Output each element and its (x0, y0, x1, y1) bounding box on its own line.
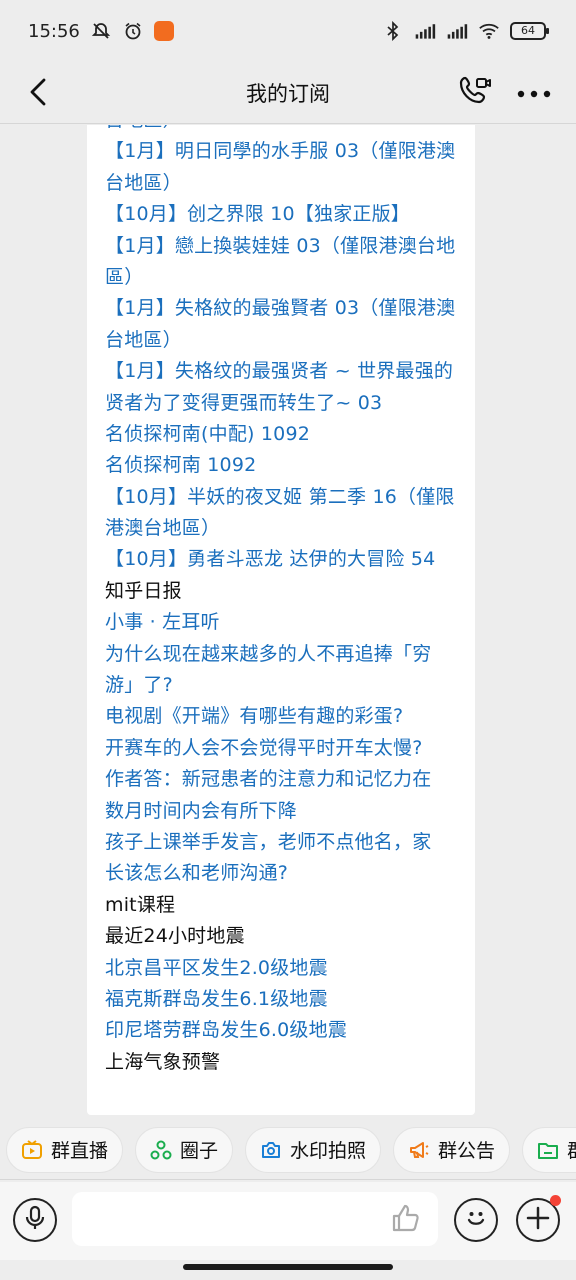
subscription-link[interactable]: 贤者为了变得更强而转生了~ 03 (105, 388, 465, 419)
thumbs-up-icon (390, 1202, 422, 1238)
subscription-link[interactable]: 【10月】勇者斗恶龙 达伊的大冒险 54 (105, 544, 465, 575)
megaphone-icon (408, 1139, 430, 1161)
subscription-link[interactable]: 台地區） (105, 125, 465, 136)
subscription-link[interactable]: 名侦探柯南(中配) 1092 (105, 419, 465, 450)
subscription-heading: 最近24小时地震 (105, 925, 245, 948)
subscription-link[interactable]: 【1月】失格紋的最強賢者 03（僅限港澳 (105, 293, 465, 324)
battery-indicator: 64 (510, 22, 549, 40)
chat-area[interactable]: 台地區）【1月】明日同學的水手服 03（僅限港澳台地區）【10月】创之界限 10… (0, 125, 576, 1117)
more-button[interactable] (512, 72, 556, 114)
alarm-icon (122, 20, 144, 42)
circle-group-icon (150, 1139, 172, 1161)
call-video-icon (458, 74, 492, 112)
camera-icon (260, 1139, 282, 1161)
subscription-heading: mit课程 (105, 893, 176, 916)
back-button[interactable] (18, 74, 58, 114)
quick-action-label: 群公告 (438, 1140, 496, 1162)
subscription-link[interactable]: 小事 · 左耳听 (105, 607, 465, 638)
subscription-link[interactable]: 为什么现在越来越多的人不再追捧「穷 (105, 639, 465, 670)
subscription-link[interactable]: 福克斯群岛发生6.1级地震 (105, 984, 465, 1015)
quick-action-label: 水印拍照 (290, 1140, 367, 1162)
status-time: 15:56 (28, 20, 80, 42)
message-input[interactable] (72, 1192, 438, 1246)
status-left: 15:56 (28, 20, 174, 42)
quick-action-megaphone[interactable]: 群公告 (393, 1126, 511, 1173)
subscription-link[interactable]: 北京昌平区发生2.0级地震 (105, 953, 465, 984)
signal-hd-icon (446, 20, 468, 42)
emoji-button[interactable] (454, 1198, 498, 1242)
voice-button[interactable] (13, 1198, 57, 1242)
notification-dot (550, 1195, 561, 1206)
call-button[interactable] (454, 72, 496, 114)
subscription-link[interactable]: 数月时间内会有所下降 (105, 796, 465, 827)
subscription-link[interactable]: 作者答：新冠患者的注意力和记忆力在 (105, 764, 465, 795)
more-functions-button[interactable] (516, 1195, 561, 1242)
status-right: 64 (382, 20, 549, 42)
subscription-list: 台地區）【1月】明日同學的水手服 03（僅限港澳台地區）【10月】创之界限 10… (105, 125, 465, 1078)
subscription-link[interactable]: 名侦探柯南 1092 (105, 450, 465, 481)
quick-action-label: 群 (567, 1136, 576, 1163)
subscription-link[interactable]: 孩子上课举手发言，老师不点他名，家 (105, 827, 465, 858)
subscription-link[interactable]: 【1月】失格纹的最强贤者 ~ 世界最强的 (105, 356, 465, 387)
subscription-heading: 上海气象预警 (105, 1050, 221, 1073)
status-bar: 15:56 64 (0, 0, 576, 62)
bluetooth-icon (382, 20, 404, 42)
subscription-link[interactable]: 长该怎么和老师沟通? (105, 858, 465, 889)
quick-action-label: 群直播 (51, 1140, 109, 1162)
home-indicator[interactable] (183, 1264, 393, 1270)
subscription-link[interactable]: 區） (105, 262, 465, 293)
quick-action-label: 圈子 (180, 1140, 219, 1162)
title-bar: 我的订阅 (0, 62, 576, 124)
subscription-link[interactable]: 印尼塔劳群岛发生6.0级地震 (105, 1015, 465, 1046)
subscription-link[interactable]: 开赛车的人会不会觉得平时开车太慢? (105, 733, 465, 764)
app-badge-icon (153, 21, 174, 41)
subscription-link[interactable]: 港澳台地區） (105, 513, 465, 544)
subscription-link[interactable]: 台地區） (105, 168, 465, 199)
signal-hd-icon (414, 20, 436, 42)
subscription-link[interactable]: 台地區） (105, 325, 465, 356)
emoji-icon (462, 1204, 490, 1236)
subscription-link[interactable]: 【1月】戀上換裝娃娃 03（僅限港澳台地 (105, 231, 465, 262)
subscription-link[interactable]: 电视剧《开端》有哪些有趣的彩蛋? (105, 701, 465, 732)
wifi-icon (478, 20, 500, 42)
quick-action-camera[interactable]: 水印拍照 (245, 1126, 382, 1173)
like-button[interactable] (388, 1202, 424, 1238)
folder-icon (537, 1139, 559, 1161)
subscription-link[interactable]: 【10月】半妖的夜叉姬 第二季 16（僅限 (105, 482, 465, 513)
message-bubble: 台地區）【1月】明日同學的水手服 03（僅限港澳台地區）【10月】创之界限 10… (87, 125, 475, 1115)
quick-actions-bar: 群直播 圈子 水印拍照 群公告 群 (0, 1120, 576, 1180)
page-title: 我的订阅 (246, 81, 330, 106)
back-icon (28, 77, 48, 111)
plus-icon (525, 1205, 551, 1235)
subscription-link[interactable]: 【10月】创之界限 10【独家正版】 (105, 199, 465, 230)
subscription-link[interactable]: 游」了? (105, 670, 465, 701)
quick-action-circle-group[interactable]: 圈子 (135, 1126, 234, 1173)
quick-action-live-tv[interactable]: 群直播 (6, 1126, 124, 1173)
voice-icon (23, 1204, 47, 1236)
input-bar (0, 1182, 576, 1260)
subscription-heading: 知乎日报 (105, 579, 182, 602)
mute-icon (90, 20, 112, 42)
more-icon (516, 84, 552, 103)
quick-action-folder[interactable]: 群 (522, 1126, 576, 1173)
live-tv-icon (21, 1139, 43, 1161)
subscription-link[interactable]: 【1月】明日同學的水手服 03（僅限港澳 (105, 136, 465, 167)
